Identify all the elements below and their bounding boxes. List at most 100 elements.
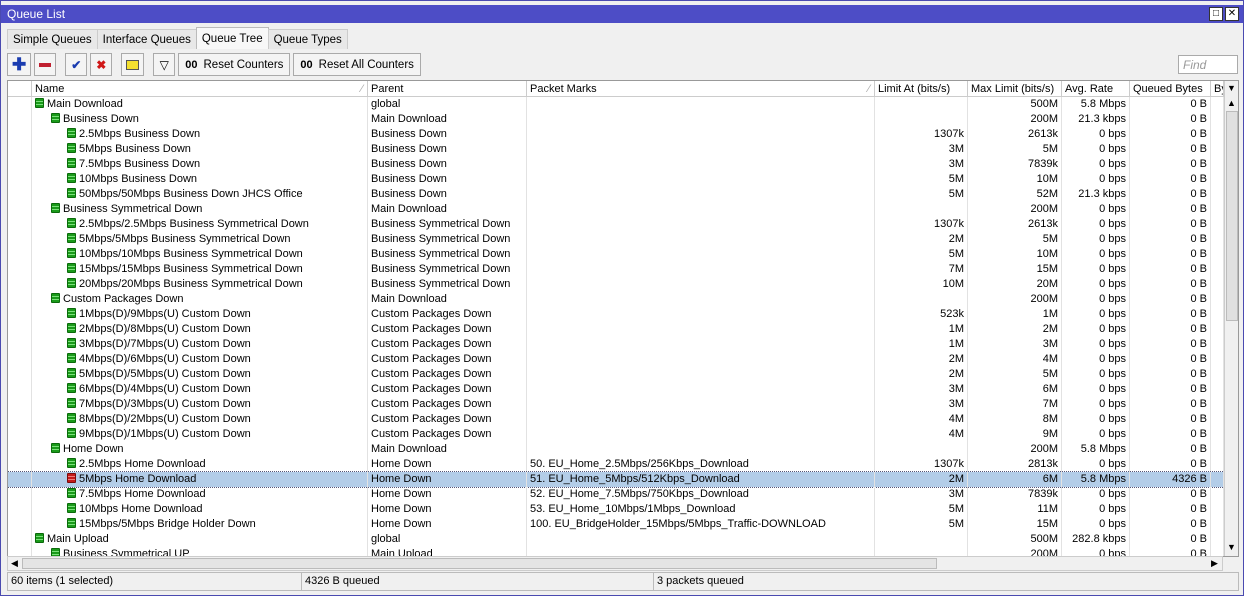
- table-row[interactable]: Main Download global 500M 5.8 Mbps 0 B: [8, 97, 1224, 112]
- queue-tree-table: Name ⁄ Parent Packet Marks ⁄ Limit At (bit…: [7, 80, 1239, 557]
- scroll-down-icon[interactable]: ▼: [1225, 541, 1238, 554]
- table-row[interactable]: 10Mbps Home Download Home Down 53. EU_Home…: [8, 502, 1224, 517]
- table-row[interactable]: 7.5Mbps Business Down Business Down 3M 7839…: [8, 157, 1224, 172]
- table-row[interactable]: 15Mbps/15Mbps Business Symmetrical Down B…: [8, 262, 1224, 277]
- queue-icon: [67, 473, 76, 483]
- avg-rate-cell: 0 bps: [1062, 127, 1130, 142]
- table-row[interactable]: 15Mbps/5Mbps Bridge Holder Down Home Down…: [8, 517, 1224, 532]
- tab-simple-queues[interactable]: Simple Queues: [7, 29, 98, 49]
- horizontal-scroll-thumb[interactable]: [22, 558, 937, 569]
- table-row[interactable]: 1Mbps(D)/9Mbps(U) Custom Down Custom Pack…: [8, 307, 1224, 322]
- header-queued-bytes[interactable]: Queued Bytes: [1130, 81, 1211, 96]
- close-button[interactable]: ✕: [1225, 7, 1239, 21]
- header-limit-at[interactable]: Limit At (bits/s): [875, 81, 968, 96]
- remove-button[interactable]: [34, 53, 57, 76]
- table-row[interactable]: 10Mbps/10Mbps Business Symmetrical Down B…: [8, 247, 1224, 262]
- queue-icon: [35, 533, 44, 543]
- row-number: [8, 307, 32, 322]
- header-max-limit[interactable]: Max Limit (bits/s): [968, 81, 1062, 96]
- parent-cell: Business Down: [368, 157, 527, 172]
- find-input[interactable]: Find: [1178, 55, 1238, 74]
- row-number: [8, 337, 32, 352]
- queue-icon: [67, 188, 76, 198]
- table-row[interactable]: 5Mbps/5Mbps Business Symmetrical Down Bus…: [8, 232, 1224, 247]
- table-row[interactable]: 5Mbps(D)/5Mbps(U) Custom Down Custom Pack…: [8, 367, 1224, 382]
- comment-button[interactable]: [121, 53, 145, 76]
- table-row[interactable]: Home Down Main Download 200M 5.8 Mbps 0 B: [8, 442, 1224, 457]
- queued-bytes-cell: 0 B: [1130, 97, 1211, 112]
- bytes-cell: [1211, 427, 1224, 442]
- name-cell: 2Mbps(D)/8Mbps(U) Custom Down: [32, 322, 368, 337]
- table-row[interactable]: 2.5Mbps/2.5Mbps Business Symmetrical Dow…: [8, 217, 1224, 232]
- filter-button[interactable]: ▽: [153, 53, 176, 76]
- packet-marks-cell: [527, 367, 875, 382]
- table-row[interactable]: 6Mbps(D)/4Mbps(U) Custom Down Custom Pack…: [8, 382, 1224, 397]
- avg-rate-cell: 0 bps: [1062, 322, 1130, 337]
- restore-button[interactable]: □: [1209, 7, 1223, 21]
- table-row[interactable]: 3Mbps(D)/7Mbps(U) Custom Down Custom Pack…: [8, 337, 1224, 352]
- table-row[interactable]: 2.5Mbps Business Down Business Down 1307k 2…: [8, 127, 1224, 142]
- packet-marks-cell: 50. EU_Home_2.5Mbps/256Kbps_Download: [527, 457, 875, 472]
- table-row[interactable]: 5Mbps Home Download Home Down 51. EU_Home_…: [8, 471, 1225, 488]
- scroll-right-icon[interactable]: ▶: [1208, 557, 1221, 570]
- queue-name: 4Mbps(D)/6Mbps(U) Custom Down: [79, 353, 251, 365]
- vertical-scroll-thumb[interactable]: [1226, 111, 1238, 321]
- header-name[interactable]: Name ⁄: [32, 81, 368, 96]
- tab-queue-tree[interactable]: Queue Tree: [195, 27, 269, 49]
- table-row[interactable]: Business Symmetrical Down Main Download 20…: [8, 202, 1224, 217]
- scroll-left-icon[interactable]: ◀: [8, 557, 21, 570]
- column-menu-icon[interactable]: ▼: [1225, 82, 1238, 95]
- limit-at-cell: 5M: [875, 517, 968, 532]
- bytes-cell: [1211, 307, 1224, 322]
- tab-queue-types[interactable]: Queue Types: [267, 29, 348, 49]
- tab-interface-queues[interactable]: Interface Queues: [96, 29, 197, 49]
- bytes-cell: [1211, 202, 1224, 217]
- queue-icon: [67, 428, 76, 438]
- max-limit-cell: 2613k: [968, 217, 1062, 232]
- bytes-cell: [1211, 127, 1224, 142]
- disable-button[interactable]: ✖: [90, 53, 113, 76]
- name-cell: 7Mbps(D)/3Mbps(U) Custom Down: [32, 397, 368, 412]
- table-row[interactable]: 4Mbps(D)/6Mbps(U) Custom Down Custom Pack…: [8, 352, 1224, 367]
- queue-icon: [67, 368, 76, 378]
- bytes-cell: [1211, 337, 1224, 352]
- vertical-scrollbar[interactable]: ▼ ▲ ▼: [1224, 81, 1238, 556]
- reset-counters-button[interactable]: 00 Reset Counters: [178, 53, 291, 76]
- table-row[interactable]: 2.5Mbps Home Download Home Down 50. EU_Hom…: [8, 457, 1224, 472]
- table-row[interactable]: 20Mbps/20Mbps Business Symmetrical Down B…: [8, 277, 1224, 292]
- bytes-cell: [1211, 487, 1224, 502]
- table-row[interactable]: 7Mbps(D)/3Mbps(U) Custom Down Custom Pack…: [8, 397, 1224, 412]
- header-avg-rate[interactable]: Avg. Rate: [1062, 81, 1130, 96]
- parent-cell: Business Symmetrical Down: [368, 277, 527, 292]
- table-row[interactable]: Custom Packages Down Main Download 200M 0 b…: [8, 292, 1224, 307]
- table-row[interactable]: 8Mbps(D)/2Mbps(U) Custom Down Custom Pack…: [8, 412, 1224, 427]
- table-row[interactable]: 50Mbps/50Mbps Business Down JHCS Office B…: [8, 187, 1224, 202]
- header-parent[interactable]: Parent: [368, 81, 527, 96]
- avg-rate-cell: 5.8 Mbps: [1062, 97, 1130, 112]
- enable-button[interactable]: ✔: [65, 53, 88, 76]
- reset-all-counters-button[interactable]: 00 Reset All Counters: [293, 53, 421, 76]
- x-icon: ✖: [96, 57, 107, 72]
- max-limit-cell: 500M: [968, 532, 1062, 547]
- avg-rate-cell: 0 bps: [1062, 232, 1130, 247]
- table-row[interactable]: 10Mbps Business Down Business Down 5M 10M 0 …: [8, 172, 1224, 187]
- add-button[interactable]: ✚: [7, 53, 32, 76]
- queue-icon: [67, 338, 76, 348]
- table-row[interactable]: Main Upload global 500M 282.8 kbps 0 B: [8, 532, 1224, 547]
- avg-rate-cell: 0 bps: [1062, 412, 1130, 427]
- parent-cell: Home Down: [368, 487, 527, 502]
- plus-icon: ✚: [12, 54, 27, 74]
- horizontal-scrollbar[interactable]: ◀ ▶: [7, 556, 1223, 571]
- header-packet-marks[interactable]: Packet Marks ⁄: [527, 81, 875, 96]
- table-row[interactable]: 9Mbps(D)/1Mbps(U) Custom Down Custom Pack…: [8, 427, 1224, 442]
- bytes-cell: [1211, 322, 1224, 337]
- table-row[interactable]: 2Mbps(D)/8Mbps(U) Custom Down Custom Pack…: [8, 322, 1224, 337]
- title-bar: Queue List □ ✕: [1, 5, 1243, 23]
- header-bytes[interactable]: By: [1211, 81, 1224, 96]
- avg-rate-cell: 0 bps: [1062, 397, 1130, 412]
- table-row[interactable]: 7.5Mbps Home Download Home Down 52. EU_Hom…: [8, 487, 1224, 502]
- table-row[interactable]: Business Down Main Download 200M 21.3 kbps 0…: [8, 112, 1224, 127]
- avg-rate-cell: 282.8 kbps: [1062, 532, 1130, 547]
- table-row[interactable]: 5Mbps Business Down Business Down 3M 5M 0 bp…: [8, 142, 1224, 157]
- scroll-up-icon[interactable]: ▲: [1225, 97, 1238, 110]
